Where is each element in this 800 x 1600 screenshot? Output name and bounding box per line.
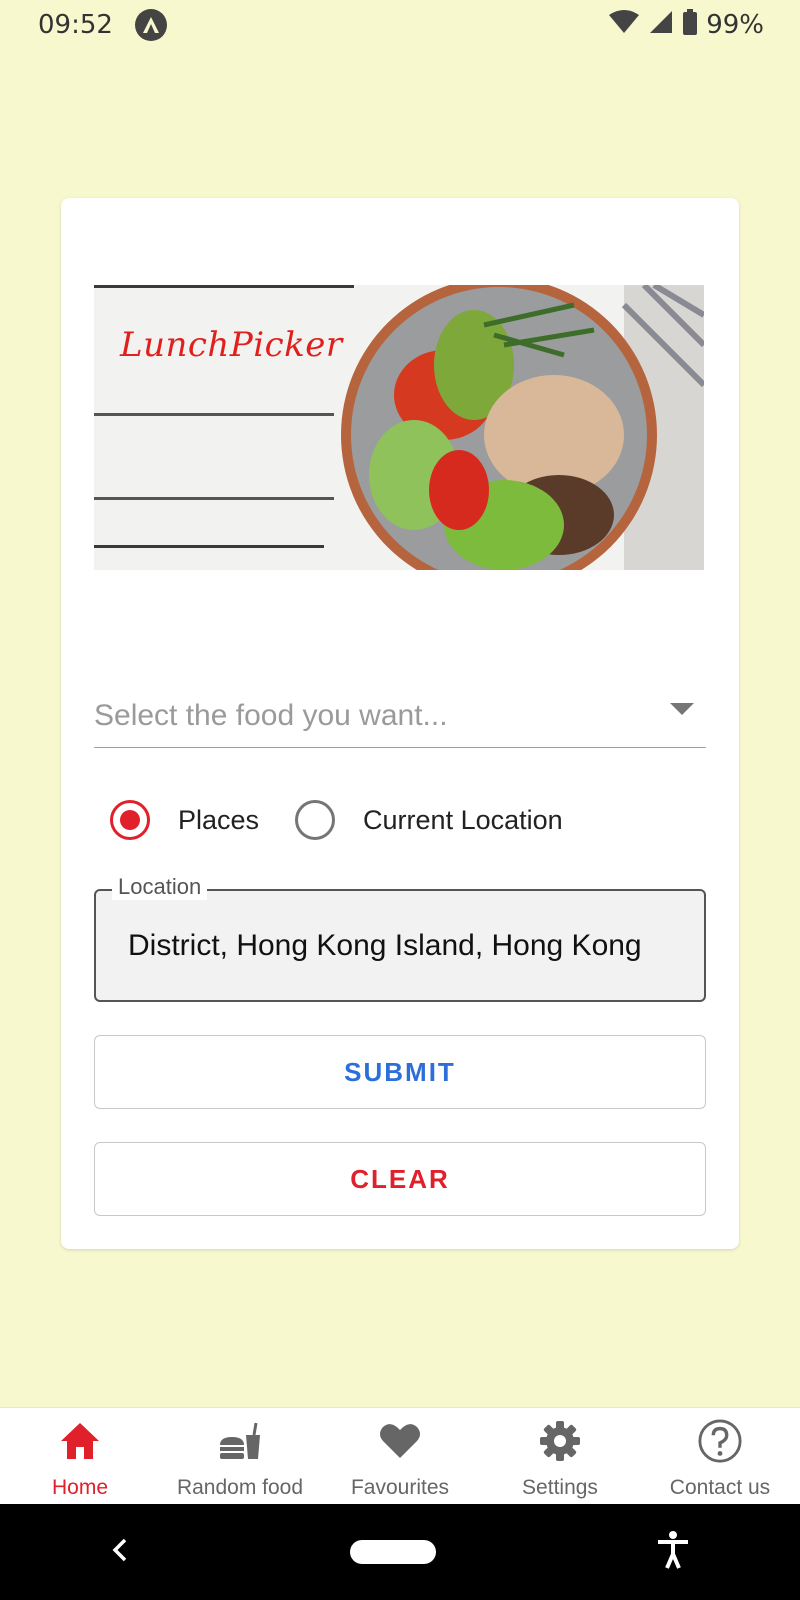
main-card: LunchPicker Select the food you want... … [61, 198, 739, 1249]
bottom-nav: Home Random food Favourites Settings Con… [0, 1407, 800, 1504]
submit-button[interactable]: SUBMIT [94, 1035, 706, 1109]
status-bar: 09:52 99% [0, 0, 800, 50]
nav-label-contact-us: Contact us [669, 1476, 771, 1499]
radio-label-places[interactable]: Places [178, 805, 259, 836]
food-select-placeholder: Select the food you want... [94, 699, 448, 732]
battery-level: 99% [706, 10, 764, 40]
chevron-down-icon [670, 703, 694, 715]
location-label: Location [112, 874, 208, 900]
gear-icon [537, 1418, 583, 1464]
nav-item-home[interactable]: Home [0, 1408, 160, 1504]
status-right: 99% [608, 8, 764, 42]
home-icon [57, 1418, 103, 1464]
location-field[interactable]: District, Hong Kong Island, Hong Kong [94, 889, 706, 1002]
home-gesture-pill[interactable] [350, 1540, 436, 1564]
nav-label-favourites: Favourites [350, 1476, 450, 1499]
signal-icon [648, 9, 674, 42]
radio-places[interactable] [110, 800, 150, 840]
battery-icon [682, 8, 698, 42]
system-nav-bar [0, 1504, 800, 1600]
location-value: District, Hong Kong Island, Hong Kong [128, 929, 642, 962]
back-icon[interactable] [110, 1536, 130, 1569]
search-mode-radio-group: Places Current Location [110, 798, 563, 842]
wood-plank-line [94, 545, 324, 548]
wood-plank-line [94, 497, 334, 500]
wifi-icon [608, 9, 640, 42]
logo-text: LunchPicker [120, 325, 343, 365]
salad-bowl-illustration [341, 285, 704, 570]
status-left: 09:52 [38, 9, 167, 41]
nav-item-contact-us[interactable]: Contact us [640, 1408, 800, 1504]
app-icon [134, 9, 167, 41]
accessibility-icon[interactable] [656, 1530, 690, 1575]
nav-item-random-food[interactable]: Random food [160, 1408, 320, 1504]
nav-item-favourites[interactable]: Favourites [320, 1408, 480, 1504]
radio-label-current-location[interactable]: Current Location [363, 805, 563, 836]
clear-button[interactable]: CLEAR [94, 1142, 706, 1216]
burger-drink-icon [217, 1418, 263, 1464]
food-select-dropdown[interactable]: Select the food you want... [94, 678, 706, 748]
wood-plank-line [94, 285, 354, 288]
wood-plank-line [94, 413, 334, 416]
heart-icon [377, 1418, 423, 1464]
nav-label-random-food: Random food [176, 1476, 304, 1499]
radio-current-location[interactable] [295, 800, 336, 840]
nav-label-settings: Settings [522, 1476, 598, 1499]
radio-selected-dot [120, 810, 140, 830]
nav-label-home: Home [51, 1476, 109, 1499]
help-circle-icon [697, 1418, 743, 1464]
nav-item-settings[interactable]: Settings [480, 1408, 640, 1504]
status-time: 09:52 [38, 10, 113, 40]
banner-image: LunchPicker [94, 285, 704, 570]
